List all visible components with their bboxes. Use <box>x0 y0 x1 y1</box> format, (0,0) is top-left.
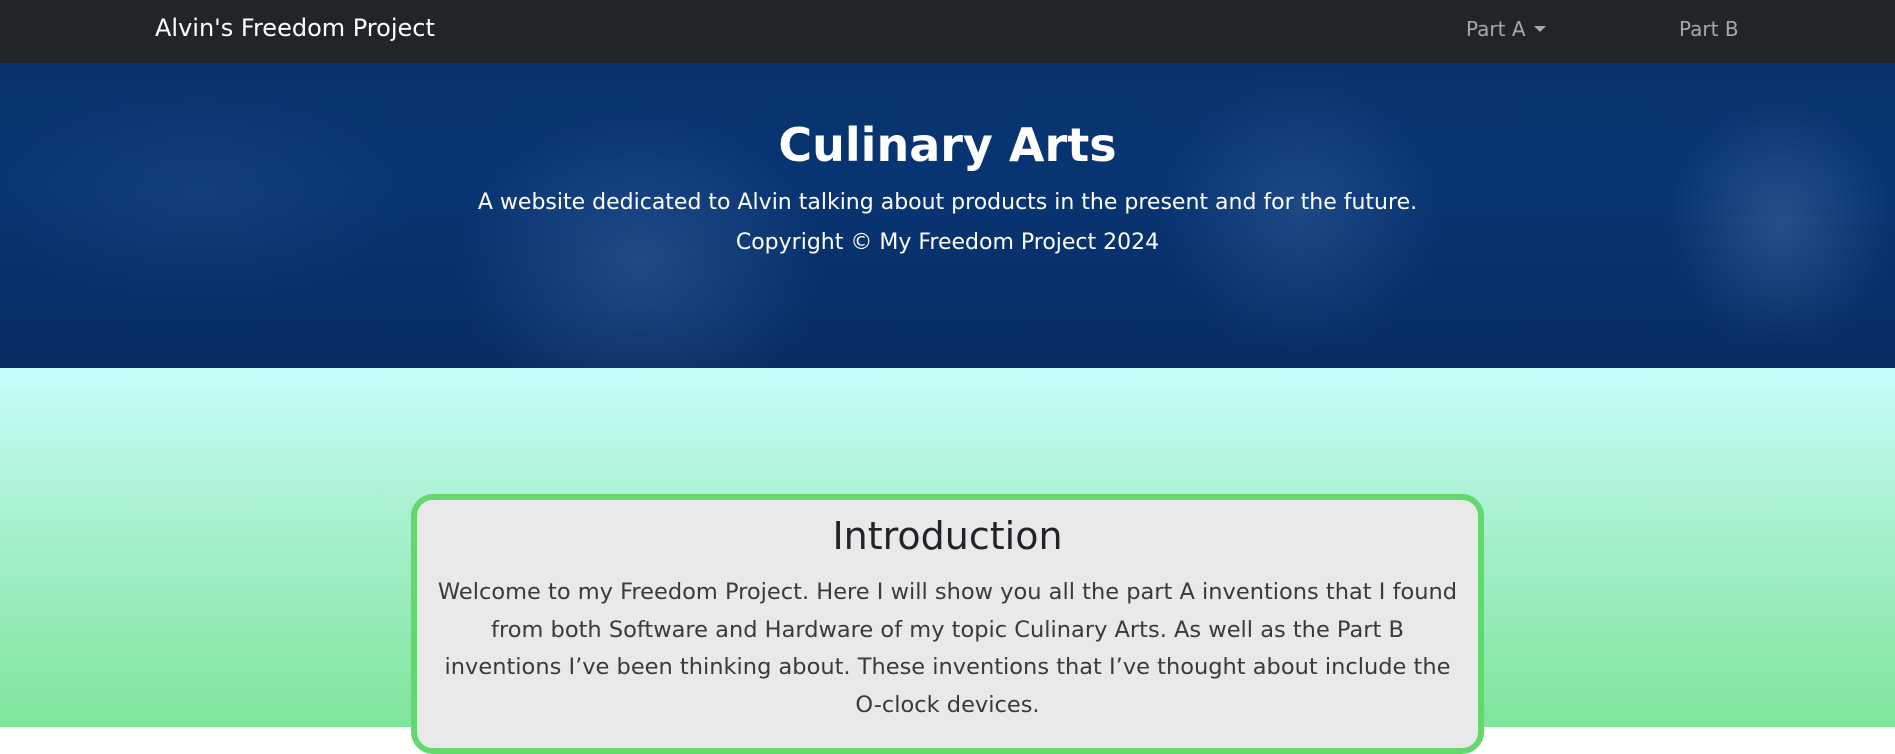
introduction-card: Introduction Welcome to my Freedom Proje… <box>411 494 1484 754</box>
nav-item-part-a-label: Part A <box>1466 17 1526 41</box>
nav-item-part-b[interactable]: Part B <box>1679 17 1739 41</box>
caret-down-icon <box>1533 25 1546 32</box>
main-content: Introduction Welcome to my Freedom Proje… <box>0 368 1895 754</box>
introduction-text: Welcome to my Freedom Project. Here I wi… <box>437 579 1458 718</box>
hero-banner: Culinary Arts A website dedicated to Alv… <box>0 63 1895 368</box>
page-title: Culinary Arts <box>778 118 1117 172</box>
navbar-brand[interactable]: Alvin's Freedom Project <box>155 14 435 42</box>
hero-subtitle: A website dedicated to Alvin talking abo… <box>477 190 1418 215</box>
introduction-heading: Introduction <box>832 514 1063 558</box>
top-navbar: Alvin's Freedom Project Part A Part B <box>0 0 1895 63</box>
nav-item-part-b-label: Part B <box>1679 17 1739 41</box>
nav-item-part-a[interactable]: Part A <box>1466 17 1546 41</box>
hero-copyright: Copyright © My Freedom Project 2024 <box>735 230 1160 255</box>
